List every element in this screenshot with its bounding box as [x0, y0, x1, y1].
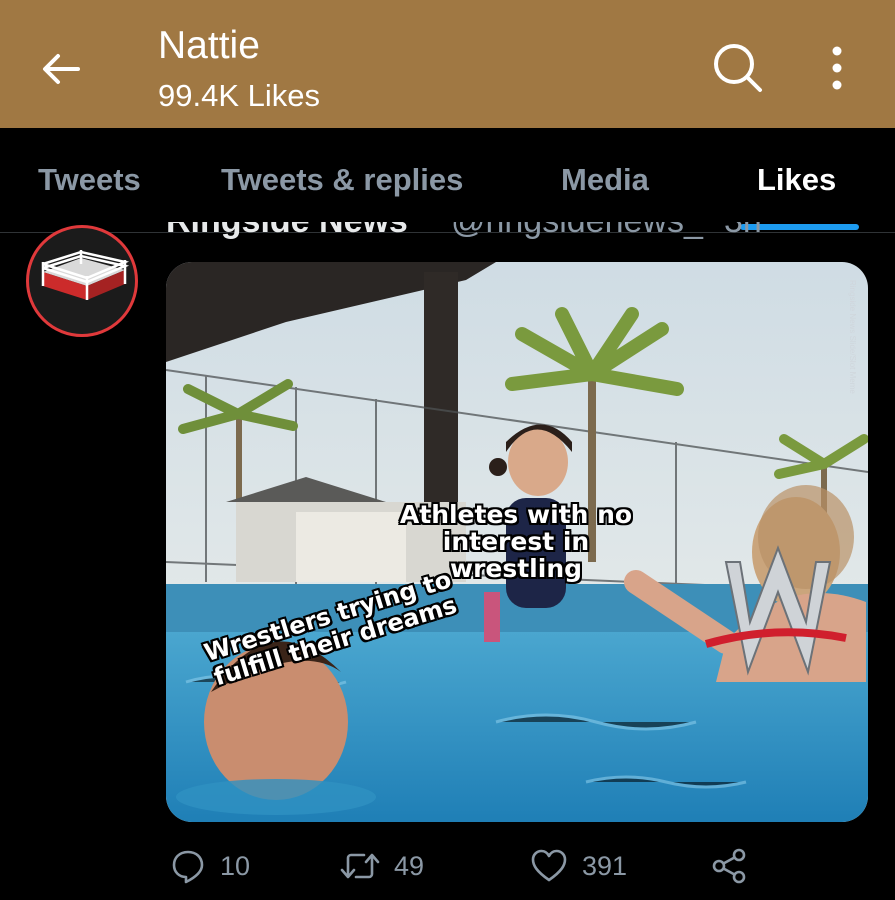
heart-icon [531, 849, 567, 882]
more-vertical-icon[interactable] [822, 44, 852, 94]
tweet-time: 3h [724, 222, 762, 241]
tab-media[interactable]: Media [561, 162, 649, 198]
reply-count: 10 [220, 850, 251, 881]
tab-likes[interactable]: Likes [757, 162, 836, 198]
search-icon[interactable] [712, 42, 764, 94]
avatar[interactable] [26, 225, 138, 337]
likes-count: 99.4K Likes [158, 78, 320, 113]
image-watermark: Ringside News Slide/Slot Meme [848, 280, 857, 394]
tweet-header: Ringside News @ringsidenews_ 3h [166, 222, 866, 244]
wrestling-ring-icon [41, 250, 130, 300]
retweet-button[interactable]: 49 [340, 848, 424, 884]
share-icon [712, 848, 746, 884]
profile-tabs: Tweets Tweets & replies Media Likes [0, 128, 895, 233]
author-name[interactable]: Ringside News [166, 222, 408, 241]
retweet-icon [340, 853, 380, 879]
retweet-count: 49 [394, 850, 425, 881]
tab-tweets-replies[interactable]: Tweets & replies [221, 162, 463, 198]
page-title: Nattie [158, 24, 260, 67]
arrow-left-icon[interactable] [38, 46, 84, 92]
tab-tweets[interactable]: Tweets [38, 162, 141, 198]
author-handle: @ringsidenews_ [451, 222, 703, 241]
like-count: 391 [582, 850, 628, 881]
reply-button[interactable]: 10 [170, 848, 250, 884]
reply-icon [172, 850, 204, 884]
share-button[interactable] [710, 848, 748, 884]
profile-header: Nattie 99.4K Likes [0, 0, 895, 128]
like-button[interactable]: 391 [530, 848, 627, 884]
tweet-actions: 10 49 391 [0, 838, 895, 900]
tweet-image[interactable]: Athletes with no interest in wrestling W… [166, 262, 868, 822]
